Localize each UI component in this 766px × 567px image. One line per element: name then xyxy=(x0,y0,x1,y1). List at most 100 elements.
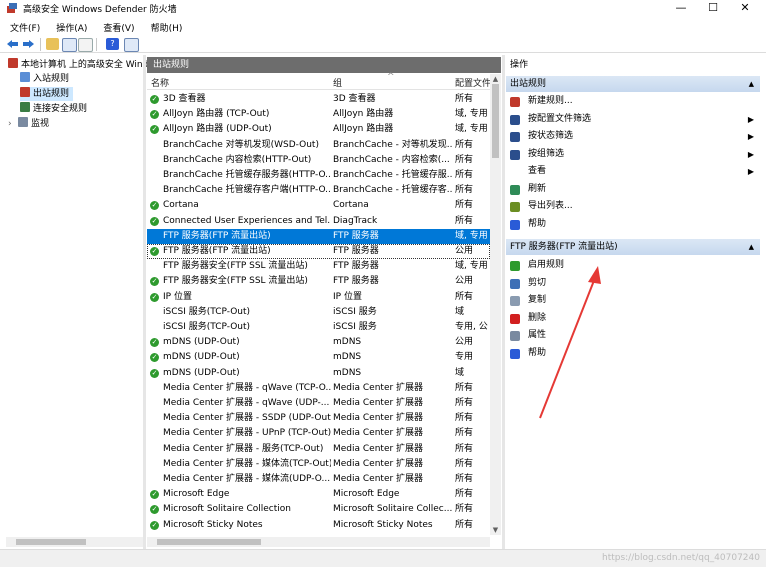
rule-name: FTP 服务器(FTP 流量出站) xyxy=(163,246,271,256)
action-item[interactable]: 查看 ▶ xyxy=(506,163,760,180)
rule-profile: 所有 xyxy=(455,443,474,454)
table-row[interactable]: Media Center 扩展器 - 媒体流(TCP-Out) Media Cen… xyxy=(147,457,490,472)
rule-profile: 所有 xyxy=(455,489,474,500)
rules-list: ✓ 3D 查看器 3D 查看器 所有 ✓ AllJoyn 路由器 (TCP-Out) All… xyxy=(147,92,490,535)
table-row[interactable]: Media Center 扩展器 - SSDP (UDP-Out) Media C… xyxy=(147,411,490,426)
expand-chevron-icon[interactable]: › xyxy=(8,117,18,131)
minimize-button[interactable]: — xyxy=(666,0,696,16)
table-row[interactable]: iSCSI 服务(TCP-Out) iSCSI 服务 专用, 公 xyxy=(147,320,490,335)
section-outbound-rules[interactable]: 出站规则 ▲ xyxy=(506,76,760,92)
section-title: 出站规则 xyxy=(510,79,547,89)
action-item[interactable]: 帮助 xyxy=(506,345,760,362)
rule-group: IP 位置 xyxy=(333,291,362,302)
table-row[interactable]: BranchCache 托管缓存服务器(HTTP-O... BranchCache… xyxy=(147,168,490,183)
action-item[interactable]: 按配置文件筛选 ▶ xyxy=(506,111,760,128)
table-row[interactable]: ✓ Microsoft Sticky Notes Microsoft Sticky … xyxy=(147,518,490,533)
menu-file[interactable]: 文件(F) xyxy=(0,19,46,34)
action-item[interactable]: 刷新 xyxy=(506,181,760,198)
tree-item-connection-security-rules[interactable]: 连接安全规则 xyxy=(20,102,87,116)
table-row[interactable]: iSCSI 服务(TCP-Out) iSCSI 服务 域 xyxy=(147,305,490,320)
table-row[interactable]: BranchCache 内容检索(HTTP-Out) BranchCache - … xyxy=(147,153,490,168)
help-icon[interactable]: ? xyxy=(106,38,119,50)
table-row[interactable]: Media Center 扩展器 - qWave (TCP-O... Media … xyxy=(147,381,490,396)
rule-group: BranchCache - 托管缓存客... xyxy=(333,185,453,196)
table-row[interactable]: ✓ FTP 服务器安全(FTP SSL 流量出站) FTP 服务器 公用 xyxy=(147,274,490,289)
action-label: 帮助 xyxy=(528,218,547,229)
table-row[interactable]: ✓ AllJoyn 路由器 (UDP-Out) AllJoyn 路由器 域, 专用 xyxy=(147,122,490,137)
action-item[interactable]: 按状态筛选 ▶ xyxy=(506,128,760,145)
table-row[interactable]: Media Center 扩展器 - qWave (UDP-... Media C… xyxy=(147,396,490,411)
show-hide-tree-icon[interactable] xyxy=(62,38,77,52)
action-item[interactable]: 启用规则 xyxy=(506,257,760,274)
menu-help[interactable]: 帮助(H) xyxy=(141,19,189,34)
column-header-group[interactable]: 组 xyxy=(333,76,342,89)
scroll-down-icon[interactable]: ▼ xyxy=(490,525,501,535)
section-selected-rule[interactable]: FTP 服务器(FTP 流量出站) ▲ xyxy=(506,239,760,255)
table-row[interactable]: ✓ AllJoyn 路由器 (TCP-Out) AllJoyn 路由器 域, 专用 xyxy=(147,107,490,122)
export-list-icon[interactable] xyxy=(78,38,93,52)
table-row[interactable]: ✓ Connected User Experiences and Tel... Di… xyxy=(147,214,490,229)
up-folder-icon[interactable] xyxy=(46,38,59,50)
forward-icon[interactable] xyxy=(22,38,35,50)
back-icon[interactable] xyxy=(6,38,19,50)
show-hide-action-pane-icon[interactable] xyxy=(124,38,139,52)
table-row[interactable]: ✓ mDNS (UDP-Out) mDNS 公用 xyxy=(147,335,490,350)
list-vertical-scrollbar[interactable]: ▲ ▼ xyxy=(490,74,501,535)
action-item[interactable]: 按组筛选 ▶ xyxy=(506,146,760,163)
table-row[interactable]: BranchCache 托管缓存客户端(HTTP-O... BranchCache… xyxy=(147,183,490,198)
scroll-up-icon[interactable]: ▲ xyxy=(490,74,501,84)
submenu-arrow-icon: ▶ xyxy=(747,132,754,141)
table-row[interactable]: Media Center 扩展器 - 服务(TCP-Out) Media Cent… xyxy=(147,442,490,457)
pane-splitter-left[interactable] xyxy=(143,55,146,549)
table-row[interactable]: ✓ FTP 服务器(FTP 流量出站) FTP 服务器 公用 xyxy=(147,244,490,259)
rule-profile: 域 xyxy=(455,306,465,317)
column-header-name[interactable]: 名称 xyxy=(151,76,169,89)
table-row[interactable]: FTP 服务器(FTP 流量出站) FTP 服务器 域, 专用 xyxy=(147,228,490,244)
menu-view[interactable]: 查看(V) xyxy=(93,19,140,34)
tree-item-monitoring[interactable]: › 监视 xyxy=(8,117,49,131)
navigation-tree: 本地计算机 上的高级安全 Windo 入站规则 出站规则 连接安全规则 › 监视 xyxy=(6,57,154,537)
maximize-button[interactable]: ☐ xyxy=(698,0,728,16)
tree-root[interactable]: 本地计算机 上的高级安全 Windo xyxy=(8,58,154,72)
action-item[interactable]: 复制 xyxy=(506,292,760,309)
action-item[interactable]: 帮助 xyxy=(506,216,760,233)
table-row[interactable]: ✓ Cortana Cortana 所有 xyxy=(147,198,490,213)
rule-group: Media Center 扩展器 xyxy=(333,398,424,408)
column-header-profile[interactable]: 配置文件 xyxy=(455,76,490,89)
action-item[interactable]: 剪切 xyxy=(506,275,760,292)
close-button[interactable]: ✕ xyxy=(730,0,760,16)
tree-item-outbound-rules[interactable]: 出站规则 xyxy=(20,87,74,101)
tree-horizontal-scrollbar[interactable] xyxy=(6,537,143,547)
tree-item-inbound-rules[interactable]: 入站规则 xyxy=(20,72,69,86)
scroll-thumb[interactable] xyxy=(492,84,499,158)
rule-name: mDNS (UDP-Out) xyxy=(163,367,240,378)
action-item[interactable]: 新建规则... xyxy=(506,93,760,110)
table-row[interactable]: FTP 服务器安全(FTP SSL 流量出站) FTP 服务器 域, 专用 xyxy=(147,259,490,274)
scroll-thumb[interactable] xyxy=(16,539,86,545)
table-row[interactable]: ✓ mDNS (UDP-Out) mDNS 域 xyxy=(147,366,490,381)
collapse-up-icon[interactable]: ▲ xyxy=(749,76,754,92)
table-row[interactable]: Media Center 扩展器 - UPnP (TCP-Out) Media C… xyxy=(147,426,490,441)
rule-name: 3D 查看器 xyxy=(163,94,206,104)
menu-action[interactable]: 操作(A) xyxy=(46,19,93,34)
action-item[interactable]: 导出列表... xyxy=(506,198,760,215)
rule-group: Microsoft Solitaire Collec... xyxy=(333,504,453,515)
collapse-up-icon[interactable]: ▲ xyxy=(749,239,754,255)
table-row[interactable]: ✓ 3D 查看器 3D 查看器 所有 xyxy=(147,92,490,107)
table-row[interactable]: ✓ Microsoft Solitaire Collection Microsoft… xyxy=(147,502,490,517)
table-row[interactable]: ✓ mDNS (UDP-Out) mDNS 专用 xyxy=(147,350,490,365)
table-row[interactable]: ✓ Microsoft Edge Microsoft Edge 所有 xyxy=(147,487,490,502)
pane-splitter-right[interactable] xyxy=(502,55,505,549)
rule-name: mDNS (UDP-Out) xyxy=(163,337,240,348)
scroll-thumb[interactable] xyxy=(157,539,261,545)
rule-profile: 所有 xyxy=(455,291,474,302)
rule-name: BranchCache 内容检索(HTTP-Out) xyxy=(163,154,312,165)
table-row[interactable]: ✓ IP 位置 IP 位置 所有 xyxy=(147,290,490,305)
list-horizontal-scrollbar[interactable] xyxy=(147,537,490,547)
enabled-check-icon: ✓ xyxy=(150,520,159,530)
rule-group: Cortana xyxy=(333,200,369,211)
table-row[interactable]: BranchCache 对等机发现(WSD-Out) BranchCache - … xyxy=(147,138,490,153)
table-row[interactable]: Media Center 扩展器 - 媒体流(UDP-O... Media Cen… xyxy=(147,472,490,487)
action-item[interactable]: 删除 xyxy=(506,310,760,327)
action-item[interactable]: 属性 xyxy=(506,327,760,344)
